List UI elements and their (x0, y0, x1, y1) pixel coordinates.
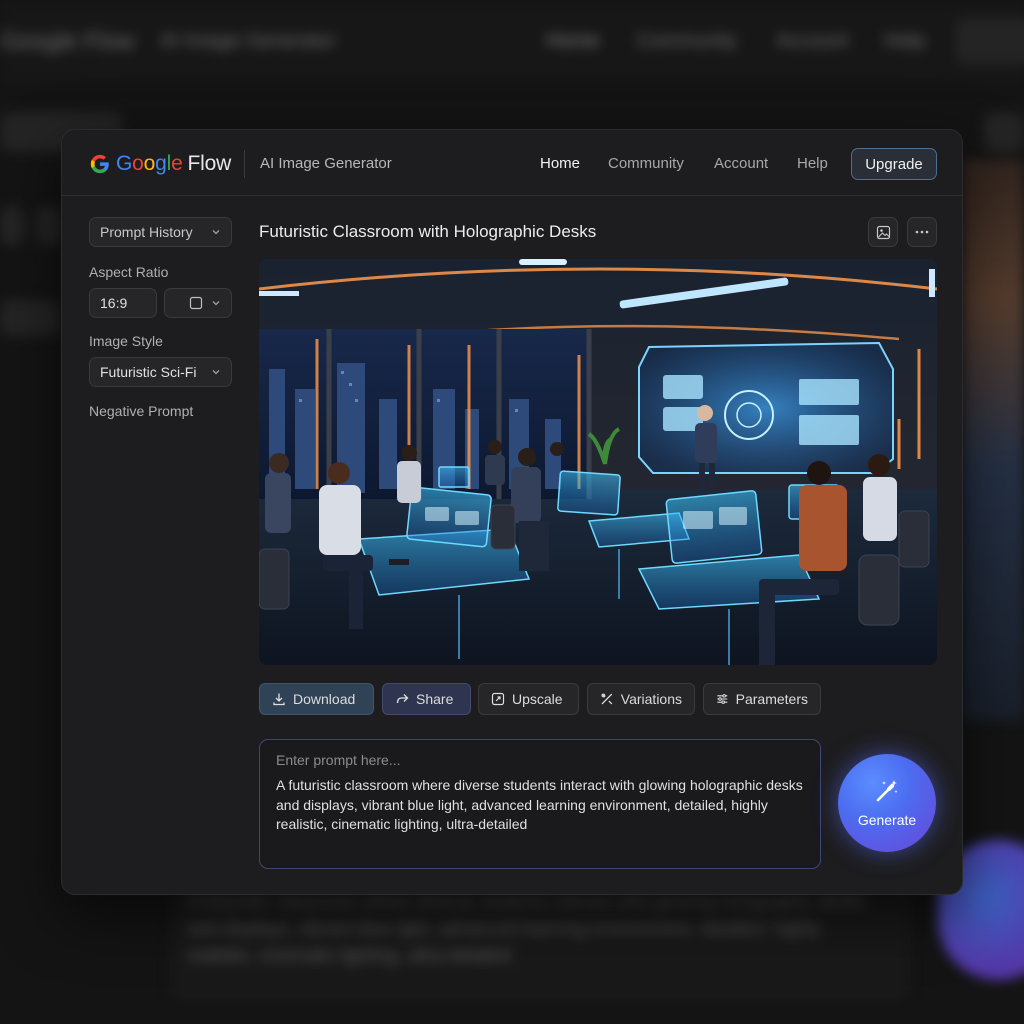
chevron-down-icon (212, 230, 220, 235)
download-button[interactable]: Download (259, 683, 374, 715)
background-subtitle: AI Image Generator (160, 30, 336, 52)
background-nav-help: Help (884, 30, 926, 52)
image-title: Futuristic Classroom with Holographic De… (259, 222, 597, 241)
variations-icon (601, 693, 613, 705)
upscale-icon (491, 692, 505, 706)
upgrade-button[interactable]: Upgrade (851, 148, 937, 180)
share-icon (396, 694, 409, 704)
nav-help[interactable]: Help (797, 155, 828, 172)
background-nav-account: Account (776, 30, 849, 52)
background-ratio-pill-2 (36, 206, 62, 246)
generate-label: Generate (857, 812, 917, 828)
image-style-dropdown[interactable]: Futuristic Sci-Fi (89, 357, 232, 387)
background-icon-pill (984, 112, 1024, 152)
prompt-history-label: Prompt History (100, 224, 193, 240)
prompt-placeholder: Enter prompt here... (276, 752, 401, 768)
prompt-input[interactable]: Enter prompt here... A futuristic classr… (259, 739, 821, 869)
upscale-label: Upscale (512, 691, 563, 707)
logo-text: Google Flow (116, 152, 231, 176)
background-nav-community: Community (636, 30, 738, 52)
negative-prompt-label[interactable]: Negative Prompt (89, 403, 193, 419)
classroom-illustration (259, 259, 937, 665)
aspect-ratio-label: Aspect Ratio (89, 264, 169, 280)
nav-community[interactable]: Community (608, 155, 684, 172)
app-subtitle: AI Image Generator (260, 155, 392, 172)
app-window: Google Flow AI Image Generator Home Commu… (61, 129, 963, 895)
background-prompt-text: A futuristic classroom where diverse stu… (188, 891, 866, 965)
background-nav-home: Home (546, 30, 600, 52)
prompt-history-dropdown[interactable]: Prompt History (89, 217, 232, 247)
aspect-ratio-shape-dropdown[interactable] (164, 288, 232, 318)
background-ratio-pill (0, 206, 24, 246)
background-style-pill (0, 300, 60, 336)
image-icon (876, 225, 890, 239)
app-header: Google Flow AI Image Generator Home Commu… (62, 130, 962, 196)
header-divider (244, 150, 245, 178)
magic-wand-icon (876, 780, 898, 802)
logo-brand-suffix: Flow (187, 152, 232, 175)
image-style-value: Futuristic Sci-Fi (100, 364, 197, 380)
google-g-icon (90, 154, 109, 174)
more-options-button[interactable] (907, 217, 937, 247)
background-image (962, 160, 1024, 720)
nav-account[interactable]: Account (714, 155, 768, 172)
chevron-down-icon (212, 301, 220, 306)
parameters-button[interactable]: Parameters (703, 683, 821, 715)
download-icon (273, 693, 285, 706)
background-prompt (170, 880, 910, 1000)
logo-brand-word: Google (116, 152, 183, 175)
background-upgrade-pill (956, 18, 1024, 64)
aspect-ratio-field[interactable]: 16:9 (89, 288, 157, 318)
prompt-text: A futuristic classroom where diverse stu… (276, 777, 803, 832)
background-brand-suffix: Flow (84, 28, 135, 55)
aspect-ratio-value: 16:9 (100, 295, 128, 311)
upscale-button[interactable]: Upscale (478, 683, 579, 715)
chevron-down-icon (212, 370, 220, 375)
parameters-label: Parameters (735, 691, 808, 707)
generated-image[interactable] (259, 259, 937, 665)
nav-home[interactable]: Home (540, 155, 580, 172)
variations-button[interactable]: Variations (587, 683, 695, 715)
generate-button[interactable]: Generate (838, 754, 936, 852)
share-button[interactable]: Share (382, 683, 471, 715)
image-view-button[interactable] (868, 217, 898, 247)
variations-label: Variations (620, 691, 682, 707)
background-topbar (0, 0, 1024, 84)
parameters-icon (717, 694, 728, 704)
background-brand-word: Google (0, 28, 78, 55)
square-icon (189, 296, 203, 310)
app-logo[interactable]: Google Flow (89, 152, 231, 176)
background-brand: Google Flow (0, 28, 135, 56)
download-label: Download (293, 691, 356, 707)
share-label: Share (416, 691, 454, 707)
more-icon (915, 230, 929, 234)
image-style-label: Image Style (89, 333, 163, 349)
